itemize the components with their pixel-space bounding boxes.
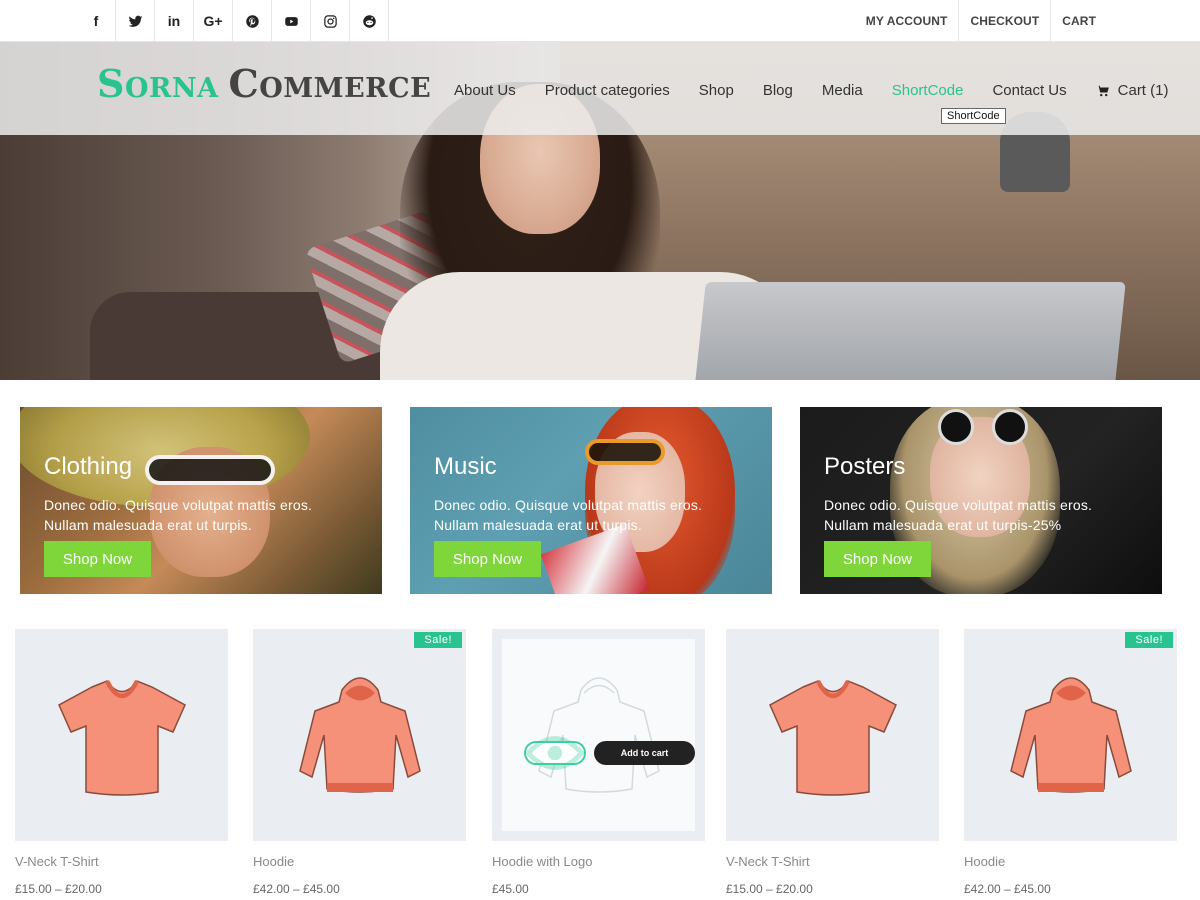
banner-title: Clothing [44,453,133,480]
cart-icon [1096,85,1109,96]
product-image[interactable]: Sale! [253,629,466,841]
nav-shop[interactable]: Shop [699,82,734,99]
facebook-icon[interactable]: f [77,0,116,42]
tshirt-icon [57,679,186,796]
nav-cart[interactable]: Cart (1) [1096,82,1168,99]
product-image[interactable] [726,629,939,841]
site-logo[interactable]: Sorna Commerce [97,62,431,106]
checkout-link[interactable]: CHECKOUT [958,0,1050,42]
social-links: f in G+ [77,0,389,42]
google-plus-icon[interactable]: G+ [194,0,233,42]
banner-posters: Posters Donec odio. Quisque volutpat mat… [800,407,1162,594]
quick-view-button[interactable] [524,736,586,770]
product-card[interactable]: V-Neck T-Shirt £15.00 – £20.00 [726,629,939,896]
nav-shortcode[interactable]: ShortCode [892,82,964,99]
product-price: £45.00 [492,882,529,896]
product-price: £15.00 – £20.00 [726,882,813,896]
nav-blog[interactable]: Blog [763,82,793,99]
product-name[interactable]: Hoodie [253,854,466,869]
twitter-icon[interactable] [116,0,155,42]
product-card[interactable]: Sale! Hoodie £42.00 – £45.00 [964,629,1177,896]
product-price: £42.00 – £45.00 [964,882,1051,896]
product-price: £15.00 – £20.00 [15,882,102,896]
reddit-icon[interactable] [350,0,389,42]
sale-badge: Sale! [1125,632,1173,648]
shop-now-button[interactable]: Shop Now [824,541,931,577]
product-name[interactable]: Hoodie [964,854,1177,869]
add-to-cart-button[interactable]: Add to cart [594,741,695,765]
shop-now-button[interactable]: Shop Now [434,541,541,577]
eye-icon [526,736,584,770]
main-nav: About Us Product categories Shop Blog Me… [454,82,1168,99]
tshirt-icon [768,679,897,796]
banner-title: Posters [824,453,906,480]
product-card[interactable]: V-Neck T-Shirt £15.00 – £20.00 [15,629,228,896]
product-image[interactable] [15,629,228,841]
product-price: £42.00 – £45.00 [253,882,340,896]
sale-badge: Sale! [414,632,462,648]
banner-title: Music [434,453,497,480]
youtube-icon[interactable] [272,0,311,42]
top-bar: f in G+ MY ACCOUNT CHECKOUT CART [0,0,1200,42]
pinterest-icon[interactable] [233,0,272,42]
banner-description: Donec odio. Quisque volutpat mattis eros… [44,497,313,533]
banner-description: Donec odio. Quisque volutpat mattis eros… [824,497,1093,533]
instagram-icon[interactable] [311,0,350,42]
product-card[interactable]: Sale! Hoodie £42.00 – £45.00 [253,629,466,896]
product-image[interactable]: Sale! [964,629,1177,841]
nav-product-categories[interactable]: Product categories [545,82,670,99]
product-card[interactable]: Add to cart Hoodie with Logo £45.00 [492,629,705,896]
banner-clothing: Clothing Donec odio. Quisque volutpat ma… [20,407,382,594]
hoodie-icon [298,677,421,793]
banner-music: Music Donec odio. Quisque volutpat matti… [410,407,772,594]
linkedin-icon[interactable]: in [155,0,194,42]
product-name[interactable]: Hoodie with Logo [492,854,705,869]
banner-description: Donec odio. Quisque volutpat mattis eros… [434,497,703,533]
my-account-link[interactable]: MY ACCOUNT [855,0,959,42]
shop-now-button[interactable]: Shop Now [44,541,151,577]
nav-about-us[interactable]: About Us [454,82,516,99]
cart-link[interactable]: CART [1050,0,1107,42]
nav-contact-us[interactable]: Contact Us [992,82,1066,99]
nav-tooltip: ShortCode [941,108,1006,124]
product-image[interactable]: Add to cart [492,629,705,841]
hoodie-icon [1009,677,1132,793]
account-links: MY ACCOUNT CHECKOUT CART [855,0,1107,42]
nav-media[interactable]: Media [822,82,863,99]
site-header: Sorna Commerce About Us Product categori… [0,42,1200,135]
product-name[interactable]: V-Neck T-Shirt [15,854,228,869]
product-name[interactable]: V-Neck T-Shirt [726,854,939,869]
